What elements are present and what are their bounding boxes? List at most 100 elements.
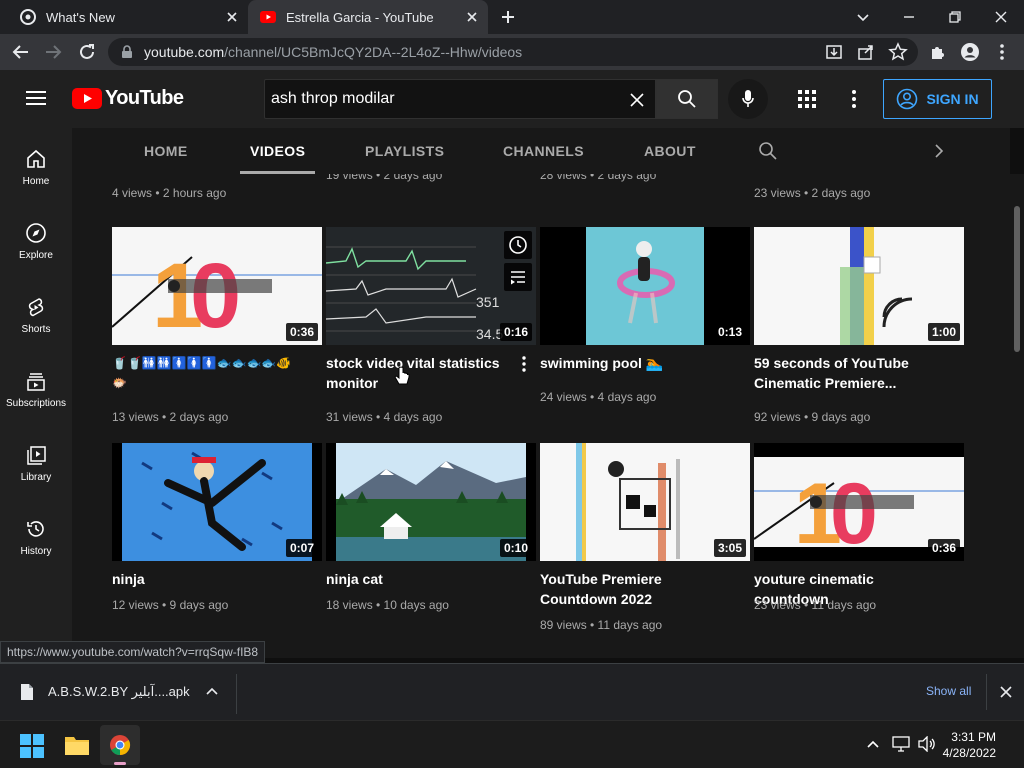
sidebar-item-explore[interactable]: Explore xyxy=(0,210,72,284)
tab-home[interactable]: HOME xyxy=(144,128,188,174)
sidebar-item-subscriptions[interactable]: Subscriptions xyxy=(0,358,72,432)
chrome-taskbar-button[interactable] xyxy=(100,725,140,765)
video-thumbnail[interactable]: 1:00 xyxy=(754,227,964,345)
video-duration: 0:36 xyxy=(927,539,960,557)
video-thumbnail[interactable]: 0:10 xyxy=(326,443,536,561)
svg-text:0: 0 xyxy=(830,466,878,561)
close-download-bar-icon[interactable] xyxy=(1000,686,1012,698)
profile-icon[interactable] xyxy=(959,41,981,63)
sidebar-item-label: Subscriptions xyxy=(5,398,67,409)
video-meta: 4 views • 2 hours ago xyxy=(112,186,227,200)
page-scrollbar[interactable] xyxy=(1010,174,1024,658)
minimize-icon[interactable] xyxy=(898,6,920,28)
network-icon[interactable] xyxy=(892,736,910,752)
watch-later-button[interactable] xyxy=(504,231,532,259)
hamburger-menu-icon[interactable] xyxy=(26,90,46,106)
sidebar-item-shorts[interactable]: Shorts xyxy=(0,284,72,358)
sign-in-button[interactable]: SIGN IN xyxy=(883,79,992,119)
share-icon[interactable] xyxy=(855,41,877,63)
tab-title: What's New xyxy=(46,9,115,25)
clear-search-icon[interactable] xyxy=(629,92,645,108)
close-icon[interactable] xyxy=(224,9,240,25)
forward-arrow-icon[interactable] xyxy=(42,41,64,63)
video-thumbnail[interactable]: 1 0 0:36 xyxy=(112,227,322,345)
video-options-icon[interactable] xyxy=(520,355,528,373)
url-host: youtube.com xyxy=(144,44,225,60)
sidebar-item-history[interactable]: History xyxy=(0,506,72,580)
video-grid: 4 views • 2 hours ago 19 views • 2 days … xyxy=(72,174,1010,658)
restore-icon[interactable] xyxy=(944,6,966,28)
chevron-up-icon[interactable] xyxy=(866,739,880,749)
extensions-puzzle-icon[interactable] xyxy=(927,41,949,63)
logo-text: YouTube xyxy=(105,87,184,109)
video-duration: 1:00 xyxy=(927,323,960,341)
video-duration: 0:07 xyxy=(285,539,318,557)
library-icon xyxy=(27,446,46,465)
reload-icon[interactable] xyxy=(76,41,98,63)
tab-videos[interactable]: VIDEOS xyxy=(240,128,316,174)
system-clock[interactable]: 3:31 PM 4/28/2022 xyxy=(943,729,996,761)
microphone-icon xyxy=(742,90,754,107)
video-title[interactable]: ninja xyxy=(112,569,308,589)
sidebar-item-label: Library xyxy=(20,472,52,483)
chevron-up-icon[interactable] xyxy=(205,686,219,696)
video-title[interactable]: stock video vital statistics monitor xyxy=(326,353,506,393)
video-thumbnail[interactable]: 0:07 xyxy=(112,443,322,561)
apps-grid-icon[interactable] xyxy=(798,90,816,108)
tab-playlists[interactable]: PLAYLISTS xyxy=(365,128,444,174)
tab-channels[interactable]: CHANNELS xyxy=(503,128,584,174)
back-arrow-icon[interactable] xyxy=(10,41,32,63)
add-to-queue-button[interactable] xyxy=(504,263,532,291)
sidebar-item-home[interactable]: Home xyxy=(0,136,72,210)
address-bar[interactable]: youtube.com/channel/UC5BmJcQY2DA--2L4oZ-… xyxy=(108,38,918,66)
show-all-downloads-link[interactable]: Show all xyxy=(926,684,971,698)
svg-text:351: 351 xyxy=(476,294,500,310)
channel-search-icon[interactable] xyxy=(758,141,778,161)
install-app-icon[interactable] xyxy=(823,41,845,63)
tab-youtube[interactable]: Estrella Garcia - YouTube xyxy=(248,0,488,34)
lock-icon[interactable] xyxy=(120,45,134,59)
video-meta: 13 views • 2 days ago xyxy=(112,410,229,424)
download-filename[interactable]: A.B.S.W.2.BY آبلیر....apk xyxy=(48,684,190,700)
chevron-down-icon[interactable] xyxy=(852,6,874,28)
video-thumbnail[interactable]: 351 34.5 0:16 xyxy=(326,227,536,345)
sidebar-item-library[interactable]: Library xyxy=(0,432,72,506)
settings-dots-icon[interactable] xyxy=(846,89,862,109)
file-explorer-icon[interactable] xyxy=(64,734,90,756)
video-title[interactable]: swimming pool 🏊 xyxy=(540,353,736,373)
video-thumbnail[interactable]: 3:05 xyxy=(540,443,750,561)
tab-about[interactable]: ABOUT xyxy=(644,128,696,174)
video-title[interactable]: 59 seconds of YouTube Cinematic Premiere… xyxy=(754,353,934,393)
volume-icon[interactable] xyxy=(918,736,936,752)
video-meta: 12 views • 9 days ago xyxy=(112,598,229,612)
bookmark-star-icon[interactable] xyxy=(887,41,909,63)
clock-time: 3:31 PM xyxy=(951,730,996,744)
kebab-menu-icon[interactable] xyxy=(991,41,1013,63)
search-button[interactable] xyxy=(656,79,718,119)
tab-whats-new[interactable]: What's New xyxy=(8,0,248,34)
scrollbar-thumb[interactable] xyxy=(1014,206,1020,352)
video-duration: 0:10 xyxy=(499,539,532,557)
search-input[interactable]: ash throp modilar xyxy=(264,79,656,119)
video-duration: 0:13 xyxy=(713,323,746,341)
video-title[interactable]: 🥤🥤🚻🚻🚺🚺🚺🐟🐟🐟🐟🐠🐡 xyxy=(112,353,292,393)
new-tab-plus-icon[interactable] xyxy=(498,7,518,27)
video-title[interactable]: ninja cat xyxy=(326,569,522,589)
browser-tab-bar: What's New Estrella Garcia - YouTube xyxy=(0,0,1024,34)
account-circle-icon xyxy=(897,88,918,110)
sidebar-item-label: Explore xyxy=(19,250,53,261)
sign-in-label: SIGN IN xyxy=(926,91,979,107)
home-icon xyxy=(27,149,45,168)
youtube-logo[interactable]: YouTube xyxy=(72,87,184,110)
side-nav: Home Explore Shorts Subscriptions Librar… xyxy=(0,128,72,658)
windows-taskbar: 3:31 PM 4/28/2022 xyxy=(0,720,1024,768)
video-thumbnail[interactable]: 1 0 0:36 xyxy=(754,443,964,561)
video-title[interactable]: YouTube Premiere Countdown 2022 xyxy=(540,569,720,609)
close-window-icon[interactable] xyxy=(990,6,1012,28)
chevron-right-icon[interactable] xyxy=(932,143,946,159)
windows-start-icon[interactable] xyxy=(20,734,44,758)
voice-search-button[interactable] xyxy=(728,79,768,119)
video-thumbnail[interactable]: 0:13 xyxy=(540,227,750,345)
svg-text:0: 0 xyxy=(190,245,241,345)
close-icon[interactable] xyxy=(464,9,480,25)
